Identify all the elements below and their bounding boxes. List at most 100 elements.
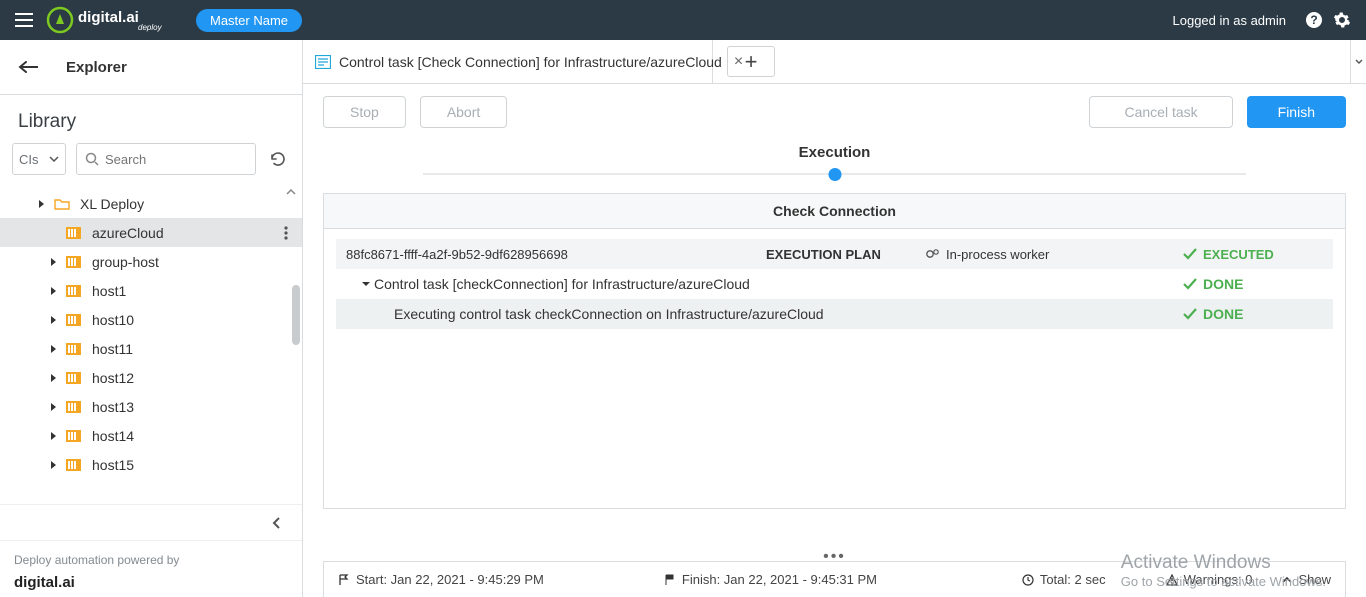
sidebar: Explorer Library CIs <box>0 40 303 597</box>
master-badge[interactable]: Master Name <box>196 9 302 32</box>
svg-text:?: ? <box>1310 13 1317 27</box>
footer-line: Deploy automation powered by <box>14 553 288 567</box>
host-icon <box>66 313 84 327</box>
host-icon <box>66 255 84 269</box>
host-icon <box>66 342 84 356</box>
svg-text:digital.ai: digital.ai <box>78 9 139 26</box>
warnings: Warnings: 0 <box>1184 572 1253 587</box>
sidebar-footer: Deploy automation powered by digital.ai <box>0 540 302 597</box>
tree-item-host14[interactable]: host14 <box>0 421 302 450</box>
tree-item-label: host1 <box>92 283 126 299</box>
logo: digital.ai deploy <box>46 6 176 34</box>
more-tabs-button[interactable] <box>1350 40 1366 83</box>
tree-item-host12[interactable]: host12 <box>0 363 302 392</box>
content: Control task [Check Connection] for Infr… <box>303 40 1366 597</box>
tab-strip: Control task [Check Connection] for Infr… <box>303 40 1366 84</box>
tree-scrollbar[interactable] <box>292 285 300 345</box>
plan-worker: In-process worker <box>926 247 1146 262</box>
tree-item-label: group-host <box>92 254 159 270</box>
help-icon[interactable]: ? <box>1302 8 1326 32</box>
host-icon <box>66 429 84 443</box>
tree-item-group-host[interactable]: group-host <box>0 247 302 276</box>
caret-right-icon <box>50 460 62 470</box>
step-status: DONE <box>1183 306 1323 322</box>
progress-dot <box>828 168 841 181</box>
tree-item-host15[interactable]: host15 <box>0 450 302 479</box>
caret-right-icon <box>38 199 50 209</box>
action-bar: Stop Abort Cancel task Finish <box>303 84 1366 140</box>
host-icon <box>66 284 84 298</box>
tree-item-label: host15 <box>92 457 134 473</box>
tree-item-host11[interactable]: host11 <box>0 334 302 363</box>
panel-title: Check Connection <box>323 193 1346 229</box>
execution-plan-header: 88fc8671-ffff-4a2f-9b52-9df628956698 EXE… <box>336 239 1333 269</box>
drag-handle-icon[interactable]: ••• <box>823 548 846 566</box>
host-icon <box>66 458 84 472</box>
collapse-sidebar-button[interactable] <box>0 504 302 540</box>
tree-item-label: host10 <box>92 312 134 328</box>
gear-icon[interactable] <box>1330 8 1354 32</box>
search-input[interactable] <box>105 152 247 167</box>
tree-item-label: azureCloud <box>92 225 164 241</box>
add-tab-button[interactable]: + <box>727 46 775 77</box>
warning-icon <box>1166 574 1178 586</box>
progress-bar <box>423 171 1246 177</box>
tree-item-label: host14 <box>92 428 134 444</box>
plan-label: EXECUTION PLAN <box>766 247 926 262</box>
tree-item-host13[interactable]: host13 <box>0 392 302 421</box>
caret-down-icon <box>358 281 374 288</box>
tab-label: Control task [Check Connection] for Infr… <box>339 54 722 70</box>
clock-icon <box>1022 574 1034 586</box>
tree-item-xl-deploy[interactable]: XL Deploy <box>0 189 302 218</box>
menu-icon[interactable] <box>12 8 36 32</box>
kebab-icon[interactable] <box>284 226 288 240</box>
explorer-title: Explorer <box>66 59 127 76</box>
flag-icon <box>338 574 350 586</box>
caret-right-icon <box>50 257 62 267</box>
step-text: Control task [checkConnection] for Infra… <box>374 276 1183 292</box>
search-icon <box>85 152 99 166</box>
library-title: Library <box>0 95 302 143</box>
tree-item-host1[interactable]: host1 <box>0 276 302 305</box>
task-icon <box>315 55 331 69</box>
show-toggle[interactable]: Show <box>1282 572 1331 587</box>
step-row-2[interactable]: Executing control task checkConnection o… <box>336 299 1333 329</box>
caret-right-icon <box>50 373 62 383</box>
tree-item-azurecloud[interactable]: azureCloud <box>0 218 302 247</box>
check-icon <box>1183 248 1197 260</box>
chevron-down-icon <box>49 156 59 162</box>
caret-right-icon <box>50 344 62 354</box>
footer-brand: digital.ai <box>14 573 288 591</box>
chevron-up-icon <box>1282 576 1292 583</box>
tree-item-label: host11 <box>92 341 133 357</box>
finish-time: Finish: Jan 22, 2021 - 9:45:31 PM <box>682 572 877 587</box>
search-input-wrap <box>76 143 256 175</box>
tree: XL Deploy azureCloud group-host host1 <box>0 185 302 504</box>
host-icon <box>66 226 84 240</box>
stop-button[interactable]: Stop <box>323 96 406 128</box>
cancel-task-button[interactable]: Cancel task <box>1089 96 1232 128</box>
scroll-up-icon[interactable] <box>286 189 296 195</box>
caret-right-icon <box>50 286 62 296</box>
flag-finish-icon <box>664 574 676 586</box>
check-icon <box>1183 308 1197 320</box>
abort-button[interactable]: Abort <box>420 96 507 128</box>
tab-active[interactable]: Control task [Check Connection] for Infr… <box>303 40 713 83</box>
refresh-icon[interactable] <box>266 147 290 171</box>
start-time: Start: Jan 22, 2021 - 9:45:29 PM <box>356 572 544 587</box>
back-icon[interactable] <box>18 61 38 73</box>
total-time: Total: 2 sec <box>1040 572 1106 587</box>
finish-button[interactable]: Finish <box>1247 96 1346 128</box>
top-bar: digital.ai deploy Master Name Logged in … <box>0 0 1366 40</box>
plan-id: 88fc8671-ffff-4a2f-9b52-9df628956698 <box>346 247 766 262</box>
plan-status: EXECUTED <box>1183 247 1323 262</box>
ci-type-select[interactable]: CIs <box>12 143 66 175</box>
step-row-1[interactable]: Control task [checkConnection] for Infra… <box>336 269 1333 299</box>
tree-item-label: XL Deploy <box>80 196 144 212</box>
status-bar: ••• Start: Jan 22, 2021 - 9:45:29 PM Fin… <box>323 561 1346 597</box>
gear-small-icon <box>926 248 940 260</box>
check-icon <box>1183 278 1197 290</box>
svg-text:deploy: deploy <box>138 23 163 32</box>
tree-item-host10[interactable]: host10 <box>0 305 302 334</box>
caret-right-icon <box>50 402 62 412</box>
